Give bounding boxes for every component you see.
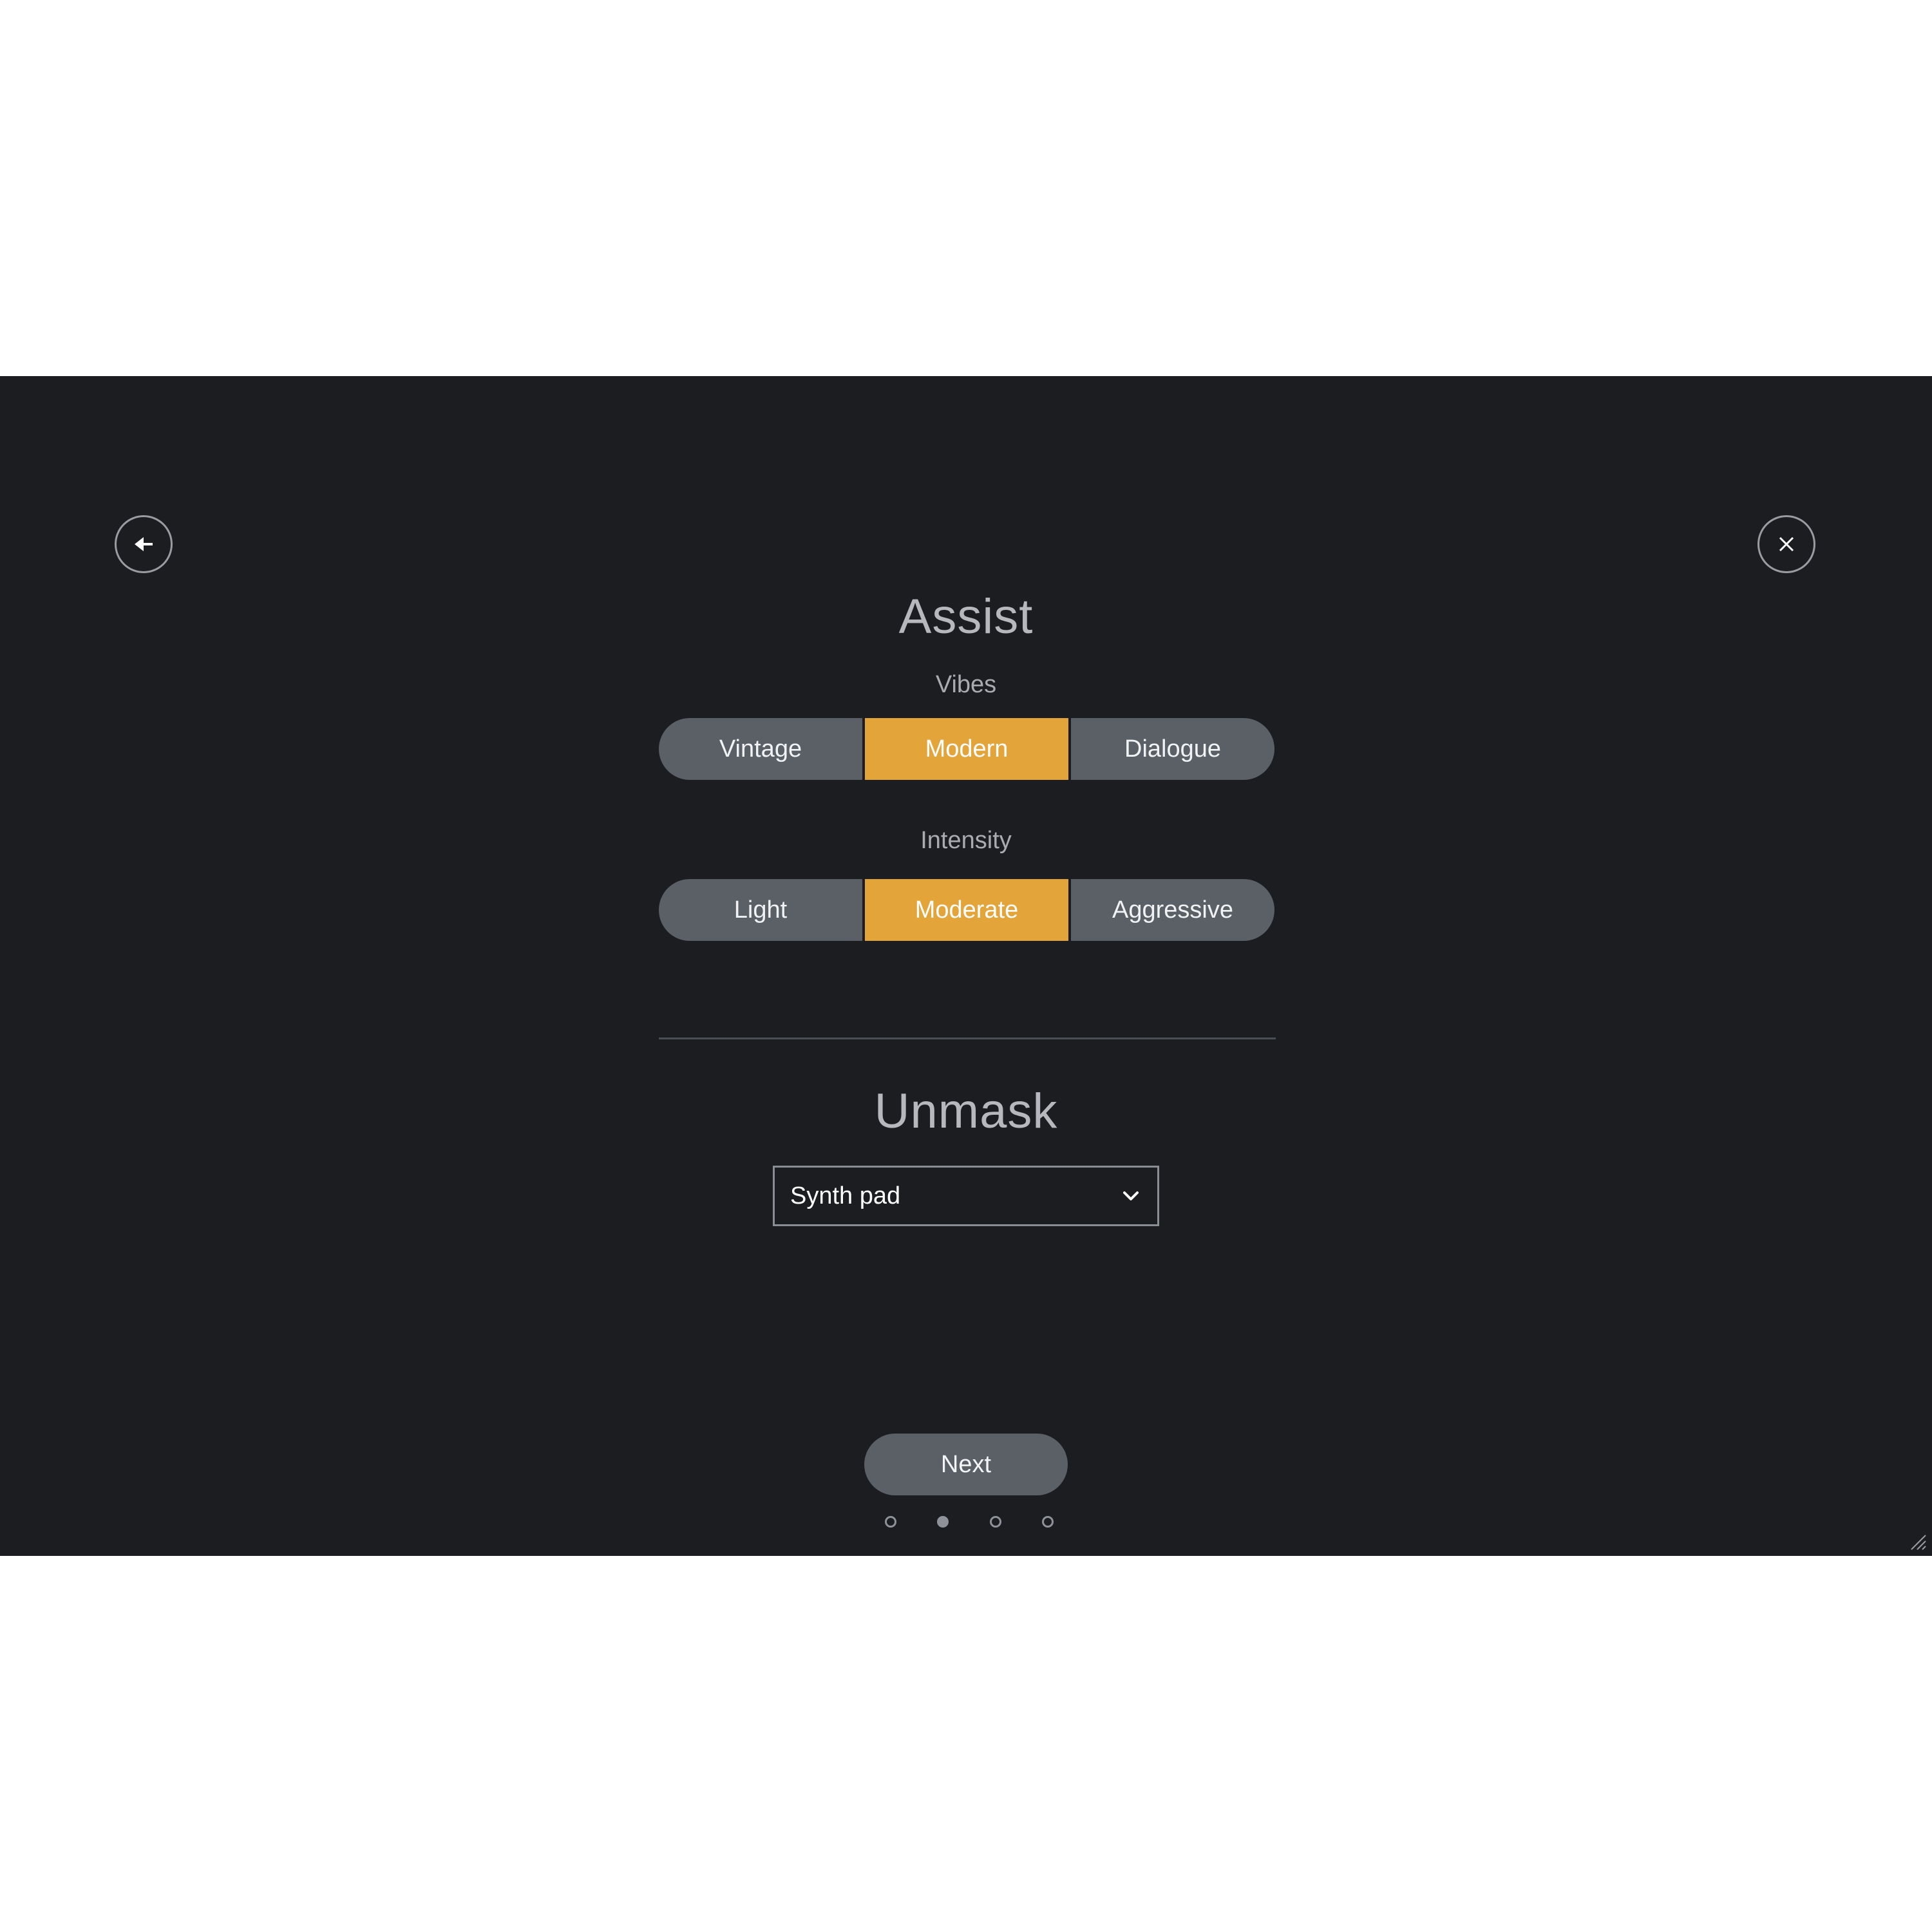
- page-dot-2[interactable]: [937, 1516, 949, 1528]
- unmask-title: Unmask: [874, 1084, 1058, 1139]
- arrow-left-icon: [135, 537, 153, 551]
- resize-grip-icon[interactable]: [1909, 1533, 1927, 1551]
- section-divider: [659, 1037, 1276, 1039]
- assistant-panel: Assist Vibes Vintage Modern Dialogue Int…: [0, 376, 1932, 1556]
- page-dot-3[interactable]: [989, 1516, 1001, 1528]
- intensity-option-moderate[interactable]: Moderate: [865, 879, 1071, 941]
- chevron-down-icon: [1123, 1191, 1139, 1200]
- vibes-label: Vibes: [935, 671, 997, 698]
- vibes-option-vintage[interactable]: Vintage: [659, 718, 865, 780]
- intensity-segmented-control: Light Moderate Aggressive: [659, 879, 1274, 941]
- back-button[interactable]: [115, 515, 173, 573]
- pagination-dots: [885, 1516, 1054, 1531]
- vibes-option-dialogue[interactable]: Dialogue: [1071, 718, 1274, 780]
- close-button[interactable]: [1757, 515, 1815, 573]
- vibes-option-modern[interactable]: Modern: [865, 718, 1071, 780]
- intensity-label: Intensity: [920, 827, 1012, 854]
- intensity-option-aggressive[interactable]: Aggressive: [1071, 879, 1274, 941]
- unmask-source-select[interactable]: Synth pad: [773, 1166, 1159, 1226]
- intensity-option-light[interactable]: Light: [659, 879, 865, 941]
- close-icon: [1779, 536, 1794, 552]
- next-button[interactable]: Next: [864, 1434, 1068, 1495]
- unmask-select-value: Synth pad: [790, 1182, 901, 1209]
- assist-title: Assist: [898, 589, 1034, 644]
- page-dot-1[interactable]: [885, 1516, 896, 1528]
- vibes-segmented-control: Vintage Modern Dialogue: [659, 718, 1274, 780]
- page-dot-4[interactable]: [1041, 1516, 1054, 1528]
